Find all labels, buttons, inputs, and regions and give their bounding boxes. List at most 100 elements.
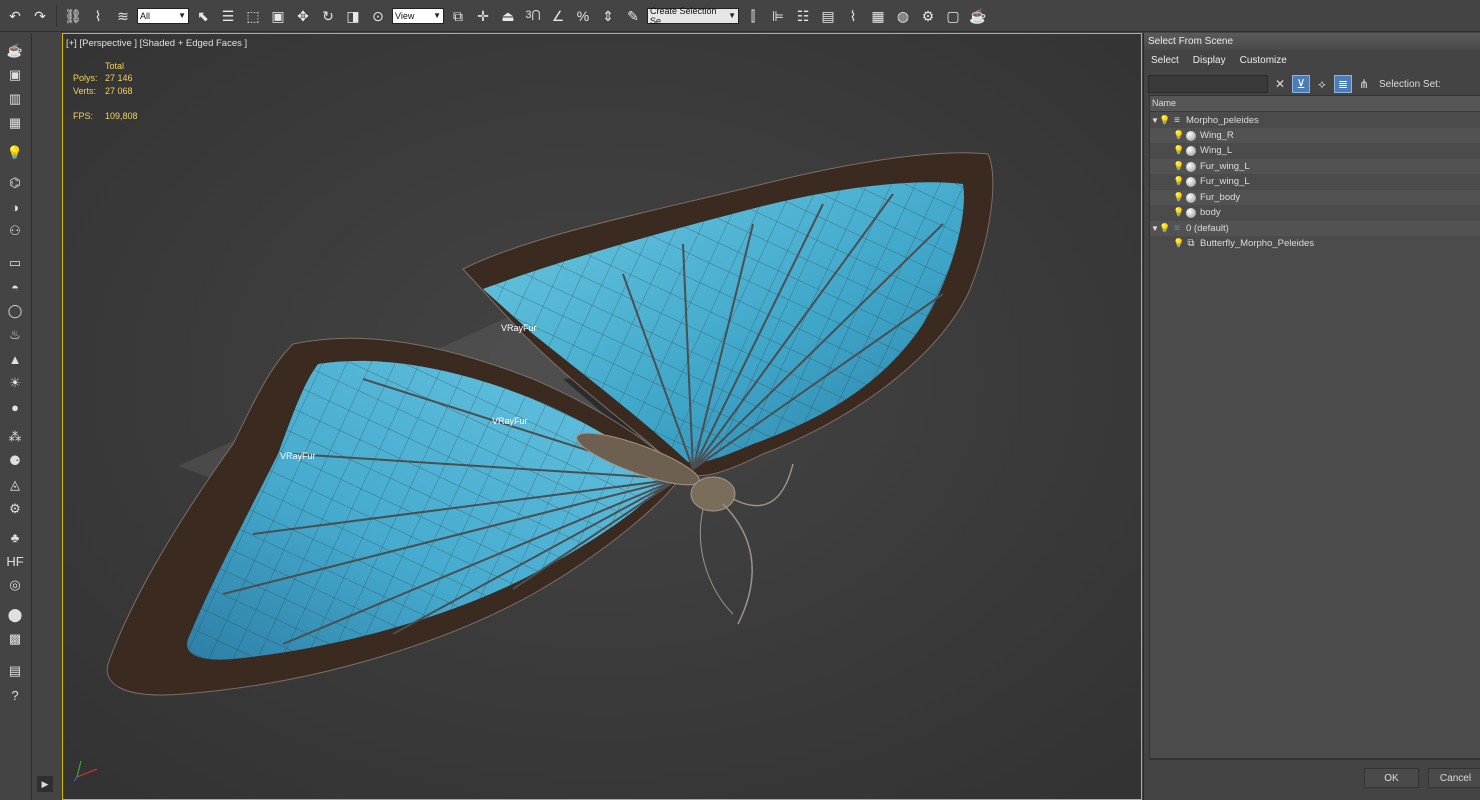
dialog-title[interactable]: Select From Scene xyxy=(1144,33,1480,50)
schematic-view-icon[interactable]: ▦ xyxy=(867,5,889,27)
tree-row[interactable]: 💡 ⧉ Butterfly_Morpho_Peleides xyxy=(1150,236,1480,251)
left-command-toolbar: ☕ ▣ ▥ ▦ 💡 ⌬ ◑ ⚇ ▭ ◓ ◯ ♨ ▲ ☀ ● ⁂ ⚈ ◬ ⚙ ♣ … xyxy=(0,33,32,800)
lightbulb-icon[interactable]: 💡 xyxy=(1173,130,1184,141)
ies-light-icon[interactable]: ♨ xyxy=(5,325,25,345)
sun-icon[interactable]: ☀ xyxy=(5,373,25,393)
sort-by-layer-icon[interactable]: ⟡ xyxy=(1313,75,1331,93)
helper-icon[interactable]: ◑ xyxy=(5,197,25,217)
window-crossing-icon[interactable]: ▣ xyxy=(267,5,289,27)
lightbulb-icon[interactable]: 💡 xyxy=(1173,238,1184,249)
render-setup-icon[interactable]: ⚙ xyxy=(917,5,939,27)
grid-panel-icon[interactable]: ▦ xyxy=(5,113,25,133)
lightbulb-icon[interactable]: 💡 xyxy=(1159,223,1170,234)
bind-space-warp-icon[interactable]: ≋ xyxy=(112,5,134,27)
frame-buffer-icon[interactable]: ▩ xyxy=(5,629,25,649)
render-icon[interactable]: ▣ xyxy=(5,65,25,85)
sky-icon[interactable]: ● xyxy=(5,397,25,417)
menu-select[interactable]: Select xyxy=(1144,52,1186,70)
panel-icon[interactable]: ▥ xyxy=(5,89,25,109)
settings-icon[interactable]: ▤ xyxy=(5,661,25,681)
tree-row[interactable]: 💡 Wing_L xyxy=(1150,143,1480,158)
redo-icon[interactable]: ↷ xyxy=(29,5,51,27)
row-label: Wing_L xyxy=(1200,145,1233,156)
rendered-frame-window-icon[interactable]: ▢ xyxy=(942,5,964,27)
cancel-button[interactable]: Cancel xyxy=(1428,768,1480,788)
displacement-icon[interactable]: ◎ xyxy=(5,575,25,595)
hf-icon[interactable]: HF xyxy=(5,551,25,571)
tree-row[interactable]: ▼ 💡 ≡ Morpho_peleides xyxy=(1150,113,1480,128)
hierarchy-icon[interactable]: ⋔ xyxy=(1355,75,1373,93)
ok-button[interactable]: OK xyxy=(1364,768,1419,788)
toggle-ribbon-icon[interactable]: ▤ xyxy=(817,5,839,27)
menu-customize[interactable]: Customize xyxy=(1233,52,1294,70)
pivot-center-icon[interactable]: ⧉ xyxy=(447,5,469,27)
mirror-icon[interactable]: ⫿ xyxy=(742,5,764,27)
select-by-name-icon[interactable]: ☰ xyxy=(217,5,239,27)
perspective-viewport[interactable]: [+] [Perspective ] [Shaded + Edged Faces… xyxy=(62,33,1142,800)
layer-manager-icon[interactable]: ☷ xyxy=(792,5,814,27)
light-icon[interactable]: 💡 xyxy=(5,143,25,163)
help-icon[interactable]: ? xyxy=(5,685,25,705)
reference-coordinate-dropdown[interactable]: View ▼ xyxy=(392,7,444,24)
menu-display[interactable]: Display xyxy=(1186,52,1233,70)
camera-icon[interactable]: ⌬ xyxy=(5,173,25,193)
column-header-name[interactable]: Name xyxy=(1150,96,1480,112)
dome-light-icon[interactable]: ◓ xyxy=(5,277,25,297)
curve-editor-icon[interactable]: ⌇ xyxy=(842,5,864,27)
viewport-label[interactable]: [+] [Perspective ] [Shaded + Edged Faces… xyxy=(66,38,247,49)
named-selection-set-dropdown[interactable]: Create Selection Se ▼ xyxy=(647,6,739,26)
search-input[interactable] xyxy=(1148,75,1268,93)
sphere-light-icon[interactable]: ◯ xyxy=(5,301,25,321)
people-icon[interactable]: ⚇ xyxy=(5,221,25,241)
snaps-toggle-icon[interactable]: 3⋂ xyxy=(522,5,544,27)
angle-snap-icon[interactable]: ∠ xyxy=(547,5,569,27)
align-icon[interactable]: ⊫ xyxy=(767,5,789,27)
gear-icon[interactable]: ⚙ xyxy=(5,499,25,519)
lightbulb-icon[interactable]: 💡 xyxy=(1159,115,1170,126)
placement-icon[interactable]: ⊙ xyxy=(367,5,389,27)
tree-row[interactable]: 💡 Wing_R xyxy=(1150,128,1480,143)
keyboard-shortcut-override-icon[interactable]: ⏏ xyxy=(497,5,519,27)
grass-icon[interactable]: ♣ xyxy=(5,527,25,547)
plane-icon[interactable]: ▭ xyxy=(5,253,25,273)
lightbulb-icon[interactable]: 💡 xyxy=(1173,161,1184,172)
select-object-icon[interactable]: ⬉ xyxy=(192,5,214,27)
clear-search-icon[interactable]: ✕ xyxy=(1271,75,1289,93)
stats-fps-label: FPS: xyxy=(73,111,94,121)
teapot-icon[interactable]: ☕ xyxy=(5,41,25,61)
undo-icon[interactable]: ↶ xyxy=(4,5,26,27)
unlink-icon[interactable]: ⌇ xyxy=(87,5,109,27)
lightbulb-icon[interactable]: 💡 xyxy=(1173,145,1184,156)
spinner-snap-icon[interactable]: ⇕ xyxy=(597,5,619,27)
rotate-icon[interactable]: ↻ xyxy=(317,5,339,27)
tree-row[interactable]: 💡 Fur_wing_L xyxy=(1150,159,1480,174)
tree-row[interactable]: 💡 Fur_body xyxy=(1150,190,1480,205)
select-manipulate-icon[interactable]: ✛ xyxy=(472,5,494,27)
lightbulb-icon[interactable]: 💡 xyxy=(1173,192,1184,203)
lightbulb-icon[interactable]: 💡 xyxy=(1173,207,1184,218)
mesh-icon[interactable]: ◬ xyxy=(5,475,25,495)
fur-icon[interactable]: ⁂ xyxy=(5,427,25,447)
axis-gizmo xyxy=(73,760,98,782)
percent-snap-icon[interactable]: % xyxy=(572,5,594,27)
scale-icon[interactable]: ◨ xyxy=(342,5,364,27)
proxy-icon[interactable]: ⚈ xyxy=(5,451,25,471)
filter-icon[interactable]: ⊻ xyxy=(1292,75,1310,93)
cone-icon[interactable]: ▲ xyxy=(5,349,25,369)
selection-filter-dropdown[interactable]: All ▼ xyxy=(137,7,189,24)
move-icon[interactable]: ✥ xyxy=(292,5,314,27)
render-production-icon[interactable]: ☕ xyxy=(967,5,989,27)
tree-row[interactable]: ▼ 💡 ≡ 0 (default) xyxy=(1150,221,1480,236)
tree-row[interactable]: 💡 body xyxy=(1150,205,1480,220)
lightbulb-icon[interactable]: 💡 xyxy=(1173,176,1184,187)
dialog-footer: OK Cancel xyxy=(1149,759,1480,800)
expand-arrow-icon[interactable]: ▶ xyxy=(37,776,53,792)
material-sphere-icon[interactable]: ⬤ xyxy=(5,605,25,625)
edit-named-selection-icon[interactable]: ✎ xyxy=(622,5,644,27)
material-editor-icon[interactable]: ◍ xyxy=(892,5,914,27)
tree-row[interactable]: 💡 Fur_wing_L xyxy=(1150,174,1480,189)
rectangular-selection-icon[interactable]: ⬚ xyxy=(242,5,264,27)
link-icon[interactable]: ⛓ xyxy=(62,5,84,27)
object-sphere-icon xyxy=(1186,207,1196,218)
layers-icon[interactable]: ≣ xyxy=(1334,75,1352,93)
